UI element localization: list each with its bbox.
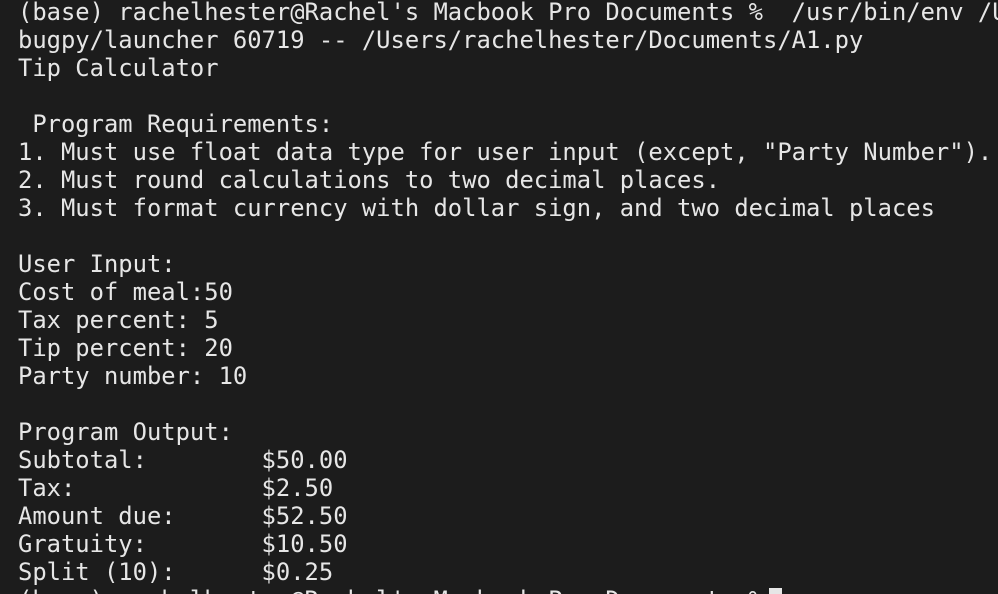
requirement-1: 1. Must use float data type for user inp… xyxy=(18,138,993,166)
subtotal-line: Subtotal: $50.00 xyxy=(18,446,348,474)
cost-of-meal-line: Cost of meal:50 xyxy=(18,278,233,306)
program-title: Tip Calculator xyxy=(18,54,219,82)
prompt-text: (base) rachelhester@Rachel's Macbook Pro… xyxy=(18,586,763,594)
command-continuation-line: bugpy/launcher 60719 -- /Users/rachelhes… xyxy=(18,26,864,54)
requirement-3: 3. Must format currency with dollar sign… xyxy=(18,194,935,222)
requirements-heading: Program Requirements: xyxy=(18,110,334,138)
prompt-line: (base) rachelhester@Rachel's Macbook Pro… xyxy=(18,586,783,594)
requirement-2: 2. Must round calculations to two decima… xyxy=(18,166,721,194)
text-cursor xyxy=(769,588,783,594)
split-line: Split (10): $0.25 xyxy=(18,558,334,586)
party-number-line: Party number: 10 xyxy=(18,362,248,390)
terminal-window[interactable]: (base) rachelhester@Rachel's Macbook Pro… xyxy=(0,0,998,594)
user-input-heading: User Input: xyxy=(18,250,176,278)
tax-percent-line: Tax percent: 5 xyxy=(18,306,219,334)
tip-percent-line: Tip percent: 20 xyxy=(18,334,233,362)
program-output-heading: Program Output: xyxy=(18,418,233,446)
gratuity-line: Gratuity: $10.50 xyxy=(18,530,348,558)
amount-due-line: Amount due: $52.50 xyxy=(18,502,348,530)
prompt-command-line: (base) rachelhester@Rachel's Macbook Pro… xyxy=(18,0,998,26)
tax-line: Tax: $2.50 xyxy=(18,474,334,502)
